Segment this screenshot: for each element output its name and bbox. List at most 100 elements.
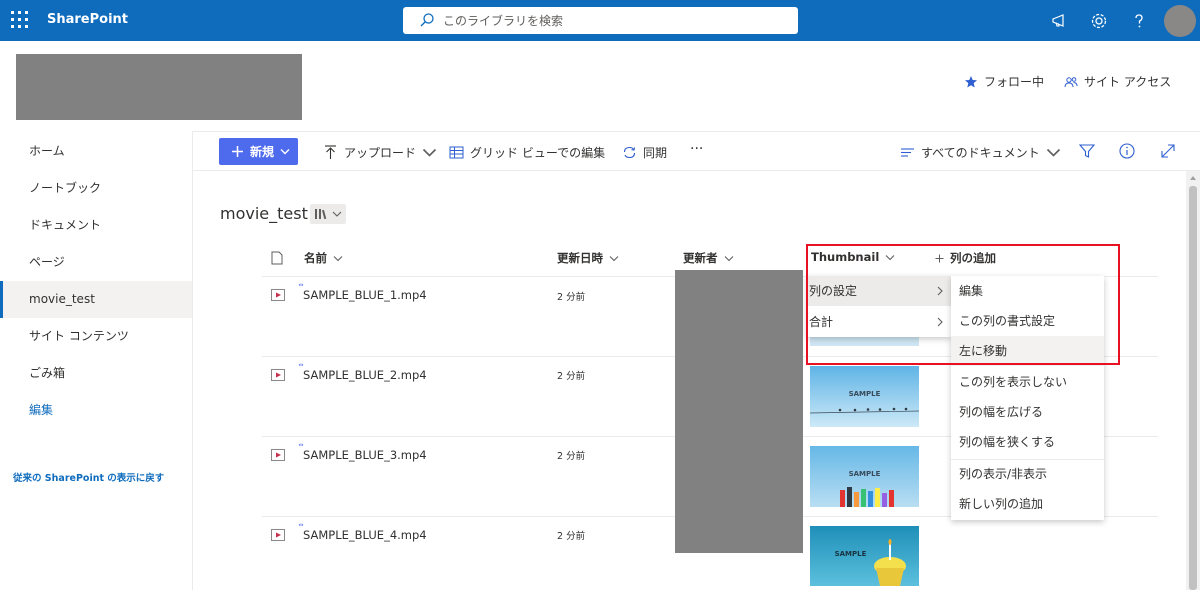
submenu-item-hide-column[interactable]: この列を表示しない <box>951 367 1104 397</box>
library-view-switcher[interactable] <box>310 204 346 224</box>
upload-button[interactable]: アップロード <box>323 144 437 161</box>
modified-by-redacted <box>675 270 803 553</box>
submenu-item-widen-column[interactable]: 列の幅を広げる <box>951 397 1104 427</box>
chevron-down-icon <box>609 255 619 261</box>
upload-icon <box>325 145 336 159</box>
chevron-right-icon <box>937 286 943 296</box>
column-modified-by-label: 更新者 <box>683 251 718 265</box>
app-name[interactable]: SharePoint <box>47 12 128 27</box>
column-modified-label: 更新日時 <box>557 251 603 265</box>
nav-item-recycle-bin[interactable]: ごみ箱 <box>0 355 192 392</box>
chevron-down-icon <box>885 254 895 260</box>
new-button[interactable]: 新規 <box>219 138 298 165</box>
nav-item-pages[interactable]: ページ <box>0 244 192 281</box>
grid-edit-button[interactable]: グリッド ビューでの編集 <box>449 144 605 161</box>
video-file-icon <box>271 529 285 541</box>
submenu-item-format-column[interactable]: この列の書式設定 <box>951 306 1104 336</box>
nav-item-site-contents[interactable]: サイト コンテンツ <box>0 318 192 355</box>
file-modified: 2 分前 <box>557 292 586 303</box>
library-icon <box>315 209 342 220</box>
scroll-up-arrow-icon[interactable] <box>1189 174 1197 182</box>
site-access-button[interactable]: サイト アクセス <box>1064 73 1171 90</box>
file-type-icon[interactable] <box>271 251 283 265</box>
follow-button[interactable]: フォロー中 <box>964 73 1044 90</box>
nav-item-notebook[interactable]: ノートブック <box>0 170 192 207</box>
file-modified: 2 分前 <box>557 451 586 462</box>
colored-pencils-image <box>840 487 894 507</box>
grid-edit-label: グリッド ビューでの編集 <box>470 146 606 160</box>
user-avatar[interactable] <box>1164 5 1196 37</box>
column-header-name[interactable]: 名前 <box>304 250 343 266</box>
file-modified: 2 分前 <box>557 371 586 382</box>
column-header-modified[interactable]: 更新日時 <box>557 250 619 266</box>
app-launcher-icon[interactable] <box>11 11 29 29</box>
submenu-item-narrow-column[interactable]: 列の幅を狭くする <box>951 427 1104 457</box>
people-icon <box>1064 76 1078 87</box>
expand-icon[interactable] <box>1159 142 1177 160</box>
submenu-item-move-left[interactable]: 左に移動 <box>951 336 1104 366</box>
star-icon <box>965 75 977 87</box>
column-header-thumbnail[interactable]: Thumbnail <box>811 250 895 264</box>
chevron-down-icon <box>1046 148 1060 157</box>
search-icon <box>420 13 434 27</box>
search-box[interactable] <box>403 7 798 34</box>
column-name-label: 名前 <box>304 251 327 265</box>
site-logo-redacted <box>16 54 302 120</box>
megaphone-icon[interactable] <box>1050 11 1070 31</box>
nav-item-movie-test[interactable]: movie_test <box>0 281 192 318</box>
video-file-icon <box>271 289 285 301</box>
file-name[interactable]: SAMPLE_BLUE_2.mp4 <box>303 368 427 382</box>
view-list-icon <box>901 148 914 157</box>
scrollbar-thumb[interactable] <box>1189 186 1197 590</box>
nav-item-home[interactable]: ホーム <box>0 133 192 170</box>
video-file-icon <box>271 449 285 461</box>
file-name[interactable]: SAMPLE_BLUE_3.mp4 <box>303 448 427 462</box>
filter-icon[interactable] <box>1078 142 1096 160</box>
column-dropdown-menu: 列の設定 合計 <box>807 276 951 337</box>
chevron-down-icon <box>333 255 343 261</box>
return-classic-link[interactable]: 従来の SharePoint の表示に戻す <box>13 470 164 484</box>
sync-button[interactable]: 同期 <box>622 144 667 161</box>
new-label: 新規 <box>250 145 275 159</box>
chevron-right-icon <box>937 317 943 327</box>
site-access-label: サイト アクセス <box>1084 75 1172 89</box>
plus-icon <box>232 146 243 157</box>
follow-label: フォロー中 <box>984 75 1045 89</box>
menu-item-column-settings[interactable]: 列の設定 <box>807 276 951 306</box>
nav-item-documents[interactable]: ドキュメント <box>0 207 192 244</box>
sync-label: 同期 <box>643 146 668 160</box>
add-column-button[interactable]: 列の追加 <box>935 250 996 266</box>
left-nav: ホーム ノートブック ドキュメント ページ movie_test サイト コンテ… <box>0 131 193 590</box>
view-selector[interactable]: すべてのドキュメント <box>900 144 1061 161</box>
column-thumbnail-label: Thumbnail <box>811 250 880 264</box>
submenu-item-add-new-column[interactable]: 新しい列の追加 <box>951 489 1104 519</box>
file-name[interactable]: SAMPLE_BLUE_4.mp4 <box>303 528 427 542</box>
column-header-modified-by[interactable]: 更新者 <box>683 250 734 266</box>
file-name[interactable]: SAMPLE_BLUE_1.mp4 <box>303 288 427 302</box>
submenu-item-edit[interactable]: 編集 <box>951 276 1104 306</box>
add-column-label: 列の追加 <box>950 251 996 265</box>
menu-item-label: 列の設定 <box>809 284 858 298</box>
upload-label: アップロード <box>344 146 417 160</box>
chevron-down-icon <box>280 149 290 155</box>
nav-edit-link[interactable]: 編集 <box>0 392 192 429</box>
info-icon[interactable] <box>1118 142 1136 160</box>
thumbnail-image[interactable]: SAMPLE <box>810 446 919 507</box>
cupcake-image <box>874 539 906 586</box>
birds-on-wire-image <box>810 407 919 414</box>
help-icon[interactable] <box>1129 11 1149 31</box>
more-commands-button[interactable]: ··· <box>690 141 703 157</box>
command-bar: 新規 アップロード グリッド ビューでの編集 同期 ··· すべてのドキュメント <box>193 131 1200 171</box>
chevron-down-icon <box>422 148 437 157</box>
vertical-scrollbar[interactable] <box>1186 171 1200 590</box>
sync-icon <box>623 146 636 159</box>
thumbnail-image[interactable]: SAMPLE <box>810 366 919 427</box>
chevron-down-icon <box>724 255 733 261</box>
menu-item-totals[interactable]: 合計 <box>807 307 951 337</box>
thumbnail-image[interactable]: SAMPLE <box>810 526 919 586</box>
suite-bar: SharePoint <box>0 0 1200 41</box>
search-input[interactable] <box>443 11 783 30</box>
settings-gear-icon[interactable] <box>1089 11 1109 31</box>
submenu-item-show-hide-columns[interactable]: 列の表示/非表示 <box>951 459 1104 489</box>
menu-item-label: 合計 <box>809 315 834 329</box>
